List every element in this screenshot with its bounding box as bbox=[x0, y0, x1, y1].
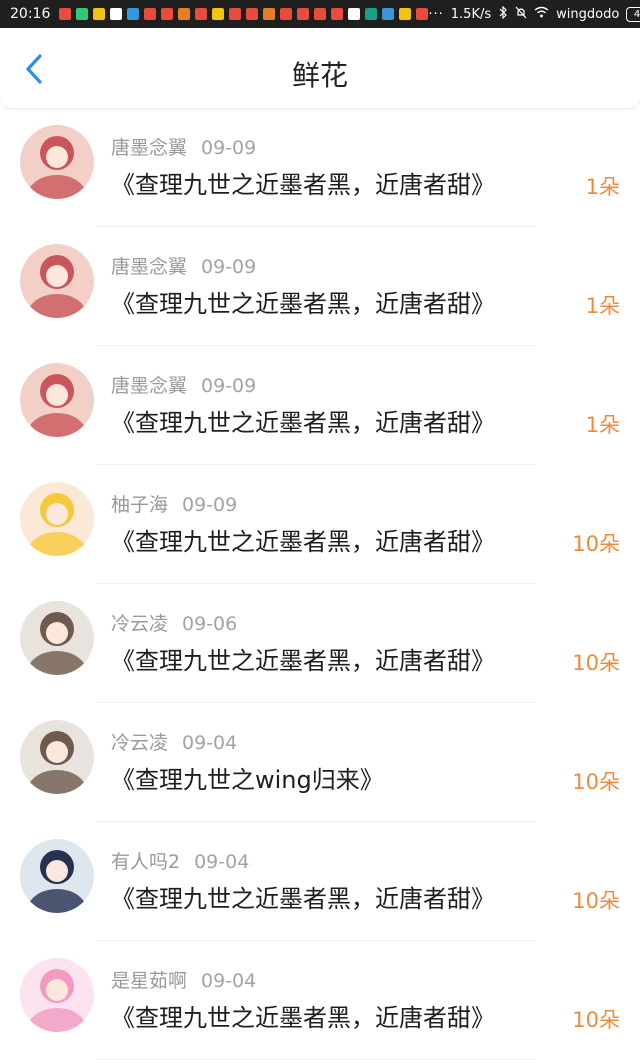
avatar[interactable] bbox=[20, 125, 94, 199]
status-bar-left: 20:16 bbox=[10, 6, 429, 22]
list-item[interactable]: 有人吗2 09-04 《查理九世之近墨者黑，近唐者甜》 10朵 bbox=[0, 822, 640, 941]
avatar[interactable] bbox=[20, 363, 94, 437]
notification-app-icon bbox=[246, 8, 259, 20]
book-title[interactable]: 《查理九世之近墨者黑，近唐者甜》 bbox=[111, 879, 495, 914]
flower-count: 10朵 bbox=[572, 532, 620, 556]
flower-count: 10朵 bbox=[572, 770, 620, 794]
avatar[interactable] bbox=[20, 482, 94, 556]
username[interactable]: 唐墨念翼 bbox=[111, 137, 187, 159]
notification-app-icon bbox=[280, 8, 293, 20]
entry-date: 09-09 bbox=[201, 256, 257, 278]
notification-app-icon bbox=[59, 8, 72, 20]
flower-count: 10朵 bbox=[572, 651, 620, 675]
notification-app-icon bbox=[365, 8, 378, 20]
page-title: 鲜花 bbox=[291, 59, 348, 92]
notification-app-icon bbox=[212, 8, 225, 20]
notification-app-icon bbox=[297, 8, 310, 20]
book-title[interactable]: 《查理九世之近墨者黑，近唐者甜》 bbox=[111, 641, 495, 676]
list-item[interactable]: 是星茹啊 09-04 《查理九世之近墨者黑，近唐者甜》 10朵 bbox=[0, 941, 640, 1060]
username[interactable]: 唐墨念翼 bbox=[111, 256, 187, 278]
list-item[interactable]: 唐墨念翼 09-09 《查理九世之近墨者黑，近唐者甜》 1朵 bbox=[0, 346, 640, 465]
notification-app-icon bbox=[144, 8, 157, 20]
header: 鲜花 bbox=[0, 28, 640, 109]
flower-count: 10朵 bbox=[572, 1008, 620, 1032]
entry-meta: 柚子海 09-09 bbox=[111, 490, 237, 517]
username[interactable]: 柚子海 bbox=[111, 494, 168, 516]
username[interactable]: 是星茹啊 bbox=[111, 970, 187, 992]
book-title[interactable]: 《查理九世之近墨者黑，近唐者甜》 bbox=[111, 998, 495, 1033]
flower-count: 10朵 bbox=[572, 889, 620, 913]
entry-meta: 唐墨念翼 09-09 bbox=[111, 371, 256, 398]
entry-meta: 有人吗2 09-04 bbox=[111, 847, 249, 874]
entry-date: 09-09 bbox=[201, 137, 257, 159]
notification-app-icon bbox=[93, 8, 106, 20]
list-item[interactable]: 冷云凌 09-06 《查理九世之近墨者黑，近唐者甜》 10朵 bbox=[0, 584, 640, 703]
entry-date: 09-09 bbox=[182, 494, 238, 516]
avatar[interactable] bbox=[20, 720, 94, 794]
notification-icons bbox=[59, 8, 429, 20]
username[interactable]: 冷云凌 bbox=[111, 613, 168, 635]
notification-app-icon bbox=[178, 8, 191, 20]
book-title[interactable]: 《查理九世之近墨者黑，近唐者甜》 bbox=[111, 165, 495, 200]
flower-list: 唐墨念翼 09-09 《查理九世之近墨者黑，近唐者甜》 1朵 唐墨念翼 09-09 《查理九… bbox=[0, 108, 640, 1060]
entry-meta: 冷云凌 09-04 bbox=[111, 728, 237, 755]
notification-app-icon bbox=[195, 8, 208, 20]
list-item[interactable]: 柚子海 09-09 《查理九世之近墨者黑，近唐者甜》 10朵 bbox=[0, 465, 640, 584]
entry-meta: 唐墨念翼 09-09 bbox=[111, 133, 256, 160]
notification-app-icon bbox=[331, 8, 344, 20]
avatar[interactable] bbox=[20, 601, 94, 675]
network-speed: 1.5K/s bbox=[450, 6, 492, 22]
status-bar-right: ··· 1.5K/s wingdodo 49 bbox=[428, 5, 640, 23]
status-time: 20:16 bbox=[10, 6, 51, 22]
username[interactable]: 冷云凌 bbox=[111, 732, 168, 754]
flower-count: 1朵 bbox=[585, 294, 620, 318]
notification-app-icon bbox=[314, 8, 327, 20]
notification-app-icon bbox=[127, 8, 140, 20]
list-item[interactable]: 唐墨念翼 09-09 《查理九世之近墨者黑，近唐者甜》 1朵 bbox=[0, 227, 640, 346]
notification-app-icon bbox=[348, 8, 361, 20]
book-title[interactable]: 《查理九世之近墨者黑，近唐者甜》 bbox=[111, 284, 495, 319]
battery-icon: 49 bbox=[626, 6, 640, 22]
notification-app-icon bbox=[161, 8, 174, 20]
entry-date: 09-09 bbox=[201, 375, 257, 397]
entry-date: 09-04 bbox=[201, 970, 257, 992]
wifi-icon bbox=[534, 6, 549, 22]
avatar[interactable] bbox=[20, 244, 94, 318]
book-title[interactable]: 《查理九世之近墨者黑，近唐者甜》 bbox=[111, 522, 495, 557]
flower-count: 1朵 bbox=[585, 175, 620, 199]
notification-app-icon bbox=[399, 8, 412, 20]
username[interactable]: 唐墨念翼 bbox=[111, 375, 187, 397]
list-item[interactable]: 冷云凌 09-04 《查理九世之wing归来》 10朵 bbox=[0, 703, 640, 822]
bluetooth-icon bbox=[498, 5, 508, 23]
notification-app-icon bbox=[76, 8, 89, 20]
book-title[interactable]: 《查理九世之近墨者黑，近唐者甜》 bbox=[111, 403, 495, 438]
wifi-name: wingdodo bbox=[556, 6, 620, 22]
notification-app-icon bbox=[416, 8, 429, 20]
entry-date: 09-06 bbox=[182, 613, 238, 635]
entry-date: 09-04 bbox=[182, 732, 238, 754]
entry-meta: 冷云凌 09-06 bbox=[111, 609, 237, 636]
status-bar: 20:16 ··· 1.5K/s wingdodo 49 bbox=[0, 0, 640, 28]
entry-meta: 唐墨念翼 09-09 bbox=[111, 252, 256, 279]
entry-date: 09-04 bbox=[194, 851, 250, 873]
username[interactable]: 有人吗2 bbox=[111, 851, 180, 873]
mute-bell-icon bbox=[515, 6, 527, 23]
flower-count: 1朵 bbox=[585, 413, 620, 437]
notification-app-icon bbox=[382, 8, 395, 20]
more-dots-icon: ··· bbox=[428, 6, 444, 22]
notification-app-icon bbox=[229, 8, 242, 20]
book-title[interactable]: 《查理九世之wing归来》 bbox=[111, 760, 384, 795]
avatar[interactable] bbox=[20, 839, 94, 913]
notification-app-icon bbox=[263, 8, 276, 20]
list-item[interactable]: 唐墨念翼 09-09 《查理九世之近墨者黑，近唐者甜》 1朵 bbox=[0, 108, 640, 227]
avatar[interactable] bbox=[20, 958, 94, 1032]
notification-app-icon bbox=[110, 8, 123, 20]
entry-meta: 是星茹啊 09-04 bbox=[111, 966, 256, 993]
